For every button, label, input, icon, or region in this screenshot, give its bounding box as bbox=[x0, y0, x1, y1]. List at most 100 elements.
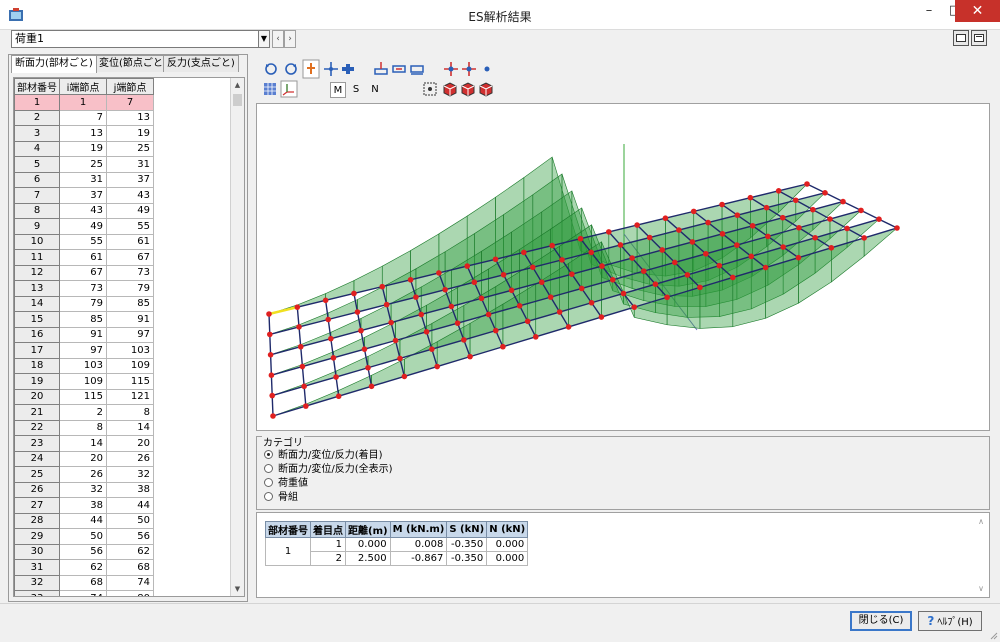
table-cell[interactable]: 32 bbox=[59, 481, 107, 498]
table-row[interactable]: 18 103 109 bbox=[14, 357, 154, 374]
table-cell[interactable]: 25 bbox=[106, 140, 154, 157]
table-row[interactable]: 2 7 13 bbox=[14, 109, 154, 126]
table-cell[interactable]: 103 bbox=[106, 342, 154, 359]
table-cell[interactable]: 37 bbox=[106, 171, 154, 188]
table-row[interactable]: 8 43 49 bbox=[14, 202, 154, 219]
table-cell[interactable]: 7 bbox=[106, 94, 154, 111]
fit-front-icon[interactable] bbox=[374, 62, 388, 75]
table-cell[interactable]: 62 bbox=[59, 559, 107, 576]
row-number-cell[interactable]: 5 bbox=[14, 156, 60, 173]
load-case-select[interactable]: 荷重1 bbox=[11, 30, 269, 48]
fit-plan-icon[interactable] bbox=[410, 65, 424, 75]
table-cell[interactable]: 61 bbox=[59, 249, 107, 266]
point-icon[interactable] bbox=[484, 66, 490, 72]
tab-displacement[interactable]: 変位(節点ごと) bbox=[95, 55, 171, 72]
table-row[interactable]: 4 19 25 bbox=[14, 140, 154, 157]
result-scrollbar[interactable]: ∧ ∨ bbox=[975, 517, 987, 593]
table-row[interactable]: 5 25 31 bbox=[14, 156, 154, 173]
table-row[interactable]: 22 8 14 bbox=[14, 419, 154, 436]
table-row[interactable]: 28 44 50 bbox=[14, 512, 154, 529]
close-button[interactable]: 閉じる(C) bbox=[850, 611, 912, 631]
table-cell[interactable]: 43 bbox=[59, 202, 107, 219]
table-cell[interactable]: 38 bbox=[106, 481, 154, 498]
table-row[interactable]: 20 115 121 bbox=[14, 388, 154, 405]
mode-n-button[interactable]: N bbox=[367, 82, 383, 98]
row-number-cell[interactable]: 21 bbox=[14, 404, 60, 421]
table-row[interactable]: 15 85 91 bbox=[14, 311, 154, 328]
radio-icon[interactable] bbox=[264, 478, 273, 487]
row-number-cell[interactable]: 26 bbox=[14, 481, 60, 498]
table-cell[interactable]: 115 bbox=[106, 373, 154, 390]
row-number-cell[interactable]: 16 bbox=[14, 326, 60, 343]
hatch-icon[interactable] bbox=[264, 83, 276, 95]
close-window-button[interactable]: ✕ bbox=[955, 0, 1000, 22]
category-option-load[interactable]: 荷重値 bbox=[264, 477, 308, 490]
table-row[interactable]: 14 79 85 bbox=[14, 295, 154, 312]
row-number-cell[interactable]: 12 bbox=[14, 264, 60, 281]
table-cell[interactable]: 79 bbox=[106, 280, 154, 297]
table-cell[interactable]: 37 bbox=[59, 187, 107, 204]
table-cell[interactable]: 44 bbox=[59, 512, 107, 529]
table-cell[interactable]: 61 bbox=[106, 233, 154, 250]
table-cell[interactable]: 74 bbox=[59, 590, 107, 596]
row-number-cell[interactable]: 15 bbox=[14, 311, 60, 328]
table-row[interactable]: 24 20 26 bbox=[14, 450, 154, 467]
rotate-right-icon[interactable] bbox=[285, 63, 297, 75]
table-row[interactable]: 27 38 44 bbox=[14, 497, 154, 514]
resize-grip-icon[interactable] bbox=[988, 630, 998, 640]
scroll-thumb[interactable] bbox=[233, 94, 242, 106]
table-cell[interactable]: 91 bbox=[59, 326, 107, 343]
table-cell[interactable]: 109 bbox=[106, 357, 154, 374]
row-number-cell[interactable]: 24 bbox=[14, 450, 60, 467]
table-cell[interactable]: 56 bbox=[59, 543, 107, 560]
tab-reaction[interactable]: 反力(支点ごと) bbox=[163, 55, 239, 72]
table-row[interactable]: 31 62 68 bbox=[14, 559, 154, 576]
scroll-up-icon[interactable]: ▲ bbox=[231, 78, 244, 92]
row-number-cell[interactable]: 17 bbox=[14, 342, 60, 359]
row-number-cell[interactable]: 31 bbox=[14, 559, 60, 576]
table-cell[interactable]: 26 bbox=[59, 466, 107, 483]
table-cell[interactable]: 73 bbox=[59, 280, 107, 297]
category-option-focus[interactable]: 断面力/変位/反力(着目) bbox=[264, 449, 383, 462]
table-cell[interactable]: 2 bbox=[59, 404, 107, 421]
row-number-cell[interactable]: 4 bbox=[14, 140, 60, 157]
row-number-cell[interactable]: 22 bbox=[14, 419, 60, 436]
table-cell[interactable]: 32 bbox=[106, 466, 154, 483]
axis-y-icon[interactable] bbox=[462, 62, 476, 76]
fit-side-icon[interactable] bbox=[392, 65, 406, 73]
table-cell[interactable]: 121 bbox=[106, 388, 154, 405]
table-cell[interactable]: 50 bbox=[106, 512, 154, 529]
table-cell[interactable]: 31 bbox=[59, 171, 107, 188]
prev-load-button[interactable]: ‹ bbox=[272, 30, 284, 48]
table-cell[interactable]: 73 bbox=[106, 264, 154, 281]
table-row[interactable]: 23 14 20 bbox=[14, 435, 154, 452]
row-number-cell[interactable]: 14 bbox=[14, 295, 60, 312]
row-number-cell[interactable]: 11 bbox=[14, 249, 60, 266]
row-number-cell[interactable]: 33 bbox=[14, 590, 60, 596]
cube-side-icon[interactable] bbox=[461, 82, 475, 97]
table-cell[interactable]: 56 bbox=[106, 528, 154, 545]
help-button[interactable]: ? ﾍﾙﾌﾟ(H) bbox=[918, 611, 982, 631]
table-row[interactable]: 29 50 56 bbox=[14, 528, 154, 545]
table-cell[interactable]: 49 bbox=[59, 218, 107, 235]
table-row[interactable]: 6 31 37 bbox=[14, 171, 154, 188]
column-header[interactable]: 部材番号 bbox=[14, 78, 60, 95]
table-cell[interactable]: 8 bbox=[106, 404, 154, 421]
row-number-cell[interactable]: 1 bbox=[14, 94, 60, 111]
radio-icon[interactable] bbox=[264, 464, 273, 473]
cube-front-icon[interactable] bbox=[443, 82, 457, 97]
table-cell[interactable]: 19 bbox=[59, 140, 107, 157]
radio-icon[interactable] bbox=[264, 492, 273, 501]
table-cell[interactable]: 13 bbox=[59, 125, 107, 142]
scroll-down-icon[interactable]: ∨ bbox=[975, 584, 987, 593]
table-row[interactable]: 13 73 79 bbox=[14, 280, 154, 297]
row-number-cell[interactable]: 30 bbox=[14, 543, 60, 560]
mode-m-button[interactable]: M bbox=[330, 82, 346, 98]
scroll-down-icon[interactable]: ▼ bbox=[231, 582, 244, 596]
table-row[interactable]: 25 26 32 bbox=[14, 466, 154, 483]
table-row[interactable]: 19 109 115 bbox=[14, 373, 154, 390]
table-cell[interactable]: 80 bbox=[106, 590, 154, 596]
row-number-cell[interactable]: 19 bbox=[14, 373, 60, 390]
table-cell[interactable]: 68 bbox=[59, 574, 107, 591]
table-cell[interactable]: 67 bbox=[59, 264, 107, 281]
